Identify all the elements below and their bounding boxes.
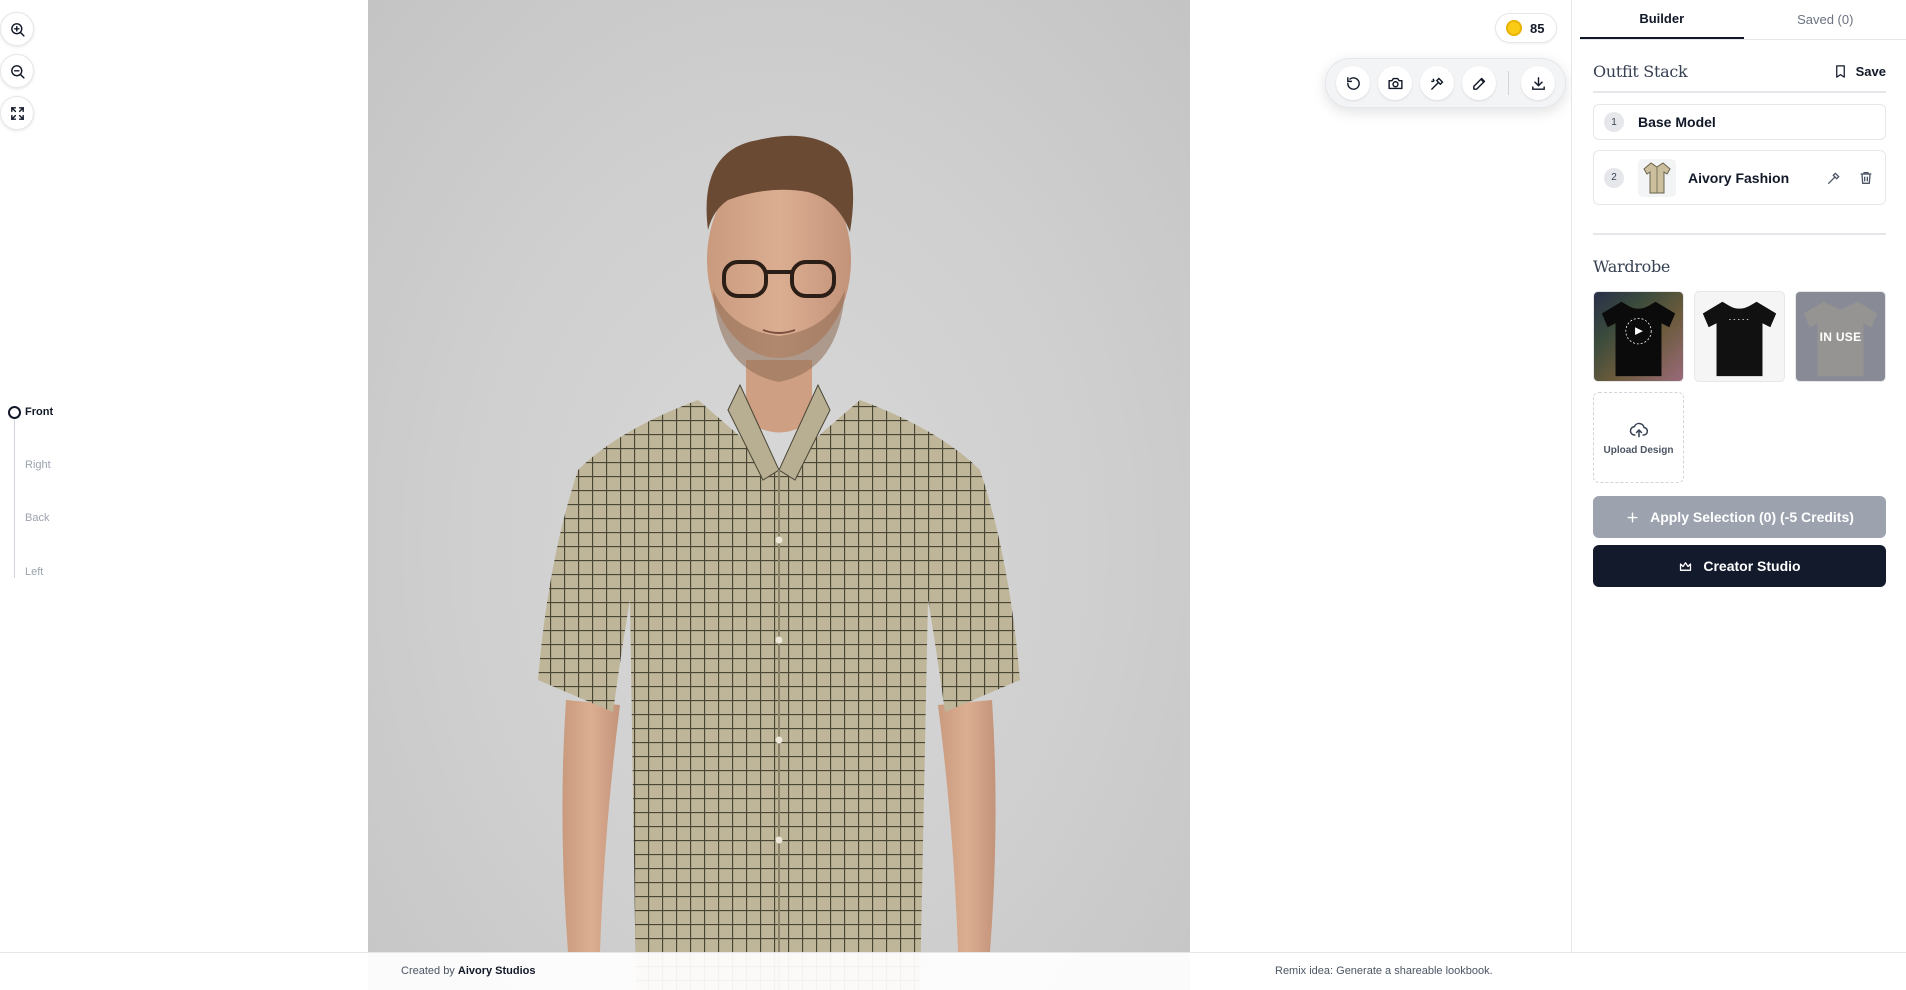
edit-tool-icon bbox=[1430, 77, 1443, 90]
apply-selection-button[interactable]: Apply Selection (0) (-5 Credits) bbox=[1593, 496, 1886, 538]
outfit-stack-divider bbox=[1593, 91, 1886, 93]
upload-design-button[interactable]: Upload Design bbox=[1593, 392, 1684, 483]
edit-tool-button[interactable] bbox=[1420, 66, 1454, 100]
coin-icon bbox=[1506, 20, 1522, 36]
fullscreen-button[interactable] bbox=[0, 96, 34, 130]
view-left[interactable]: Left bbox=[25, 566, 43, 578]
active-view-indicator bbox=[8, 406, 21, 419]
save-label: Save bbox=[1855, 64, 1886, 79]
undo-icon bbox=[1346, 76, 1360, 90]
wardrobe-item-plaid-shirt[interactable]: IN USE bbox=[1795, 291, 1886, 382]
zoom-out-button[interactable] bbox=[0, 54, 34, 88]
fullscreen-icon bbox=[10, 106, 24, 120]
stack-label: Aivory Fashion bbox=[1688, 169, 1790, 186]
virtual-fitting-app: Front Right Back Left 85 Builder Saved (… bbox=[0, 0, 1906, 990]
in-use-badge: IN USE bbox=[1796, 292, 1885, 381]
tab-builder[interactable]: Builder bbox=[1580, 0, 1744, 39]
wardrobe-header: Wardrobe bbox=[1593, 257, 1886, 276]
stack-item-aivory-fashion[interactable]: 2 Aivory Fashion bbox=[1593, 150, 1886, 205]
shirt-thumbnail bbox=[1638, 158, 1676, 197]
wardrobe-grid: IN USE Upload Design bbox=[1593, 291, 1886, 483]
edit-tool-icon bbox=[1828, 171, 1840, 184]
view-right[interactable]: Right bbox=[25, 459, 51, 471]
outfit-stack-title: Outfit Stack bbox=[1593, 62, 1688, 81]
section-divider bbox=[1593, 233, 1886, 235]
preview-toolbar bbox=[1325, 58, 1566, 108]
trash-icon bbox=[1860, 171, 1872, 184]
stack-item-base-model[interactable]: 1 Base Model bbox=[1593, 104, 1886, 140]
created-by-text: Created by bbox=[401, 965, 458, 977]
plus-icon bbox=[1627, 511, 1638, 523]
undo-button[interactable] bbox=[1336, 66, 1370, 100]
cloud-upload-icon bbox=[1629, 422, 1648, 437]
model-preview bbox=[368, 0, 1190, 990]
zoom-out-icon bbox=[10, 64, 25, 79]
footer-bar: Created by Aivory Studios Remix idea: Ge… bbox=[0, 952, 1906, 990]
wardrobe-item-black-tee[interactable] bbox=[1694, 291, 1785, 382]
view-front[interactable]: Front bbox=[25, 406, 53, 418]
view-track bbox=[14, 412, 15, 578]
download-button[interactable] bbox=[1521, 66, 1555, 100]
pencil-button[interactable] bbox=[1462, 66, 1496, 100]
builder-panel: Builder Saved (0) Outfit Stack Save 1 Ba… bbox=[1571, 0, 1906, 952]
remix-idea: Remix idea: Generate a shareable lookboo… bbox=[1275, 965, 1493, 977]
camera-button[interactable] bbox=[1378, 66, 1412, 100]
credits-badge: 85 bbox=[1495, 13, 1558, 43]
brand-link[interactable]: Aivory Studios bbox=[458, 965, 536, 977]
save-button[interactable]: Save bbox=[1833, 64, 1886, 79]
stack-label: Base Model bbox=[1638, 114, 1716, 130]
camera-icon bbox=[1387, 77, 1403, 89]
delete-item-button[interactable] bbox=[1857, 169, 1875, 187]
panel-tabs: Builder Saved (0) bbox=[1580, 0, 1906, 40]
apply-label: Apply Selection (0) (-5 Credits) bbox=[1650, 509, 1854, 525]
crown-icon bbox=[1680, 561, 1692, 571]
creator-studio-label: Creator Studio bbox=[1703, 558, 1801, 574]
upload-label: Upload Design bbox=[1603, 444, 1674, 456]
tab-saved[interactable]: Saved (0) bbox=[1744, 0, 1906, 39]
bookmark-icon bbox=[1835, 65, 1845, 78]
stack-number: 2 bbox=[1604, 167, 1624, 188]
model-illustration bbox=[538, 135, 1020, 990]
toolbar-divider bbox=[1508, 71, 1509, 95]
tshirt-icon bbox=[1702, 301, 1777, 377]
zoom-in-button[interactable] bbox=[0, 12, 34, 46]
credits-count: 85 bbox=[1530, 20, 1545, 36]
zoom-tools bbox=[0, 12, 34, 130]
edit-item-button[interactable] bbox=[1825, 169, 1843, 187]
tshirt-icon bbox=[1601, 301, 1676, 377]
shirt-icon bbox=[1643, 161, 1671, 193]
wardrobe-title: Wardrobe bbox=[1593, 257, 1671, 276]
wardrobe-item-graphic-tee[interactable] bbox=[1593, 291, 1684, 382]
outfit-stack-header: Outfit Stack Save bbox=[1593, 62, 1886, 81]
zoom-in-icon bbox=[10, 22, 25, 37]
view-back[interactable]: Back bbox=[25, 512, 49, 524]
footer-credit: Created by Aivory Studios bbox=[401, 965, 536, 977]
stack-number: 1 bbox=[1604, 112, 1624, 132]
pencil-icon bbox=[1472, 77, 1485, 90]
creator-studio-button[interactable]: Creator Studio bbox=[1593, 545, 1886, 587]
download-icon bbox=[1531, 76, 1545, 90]
